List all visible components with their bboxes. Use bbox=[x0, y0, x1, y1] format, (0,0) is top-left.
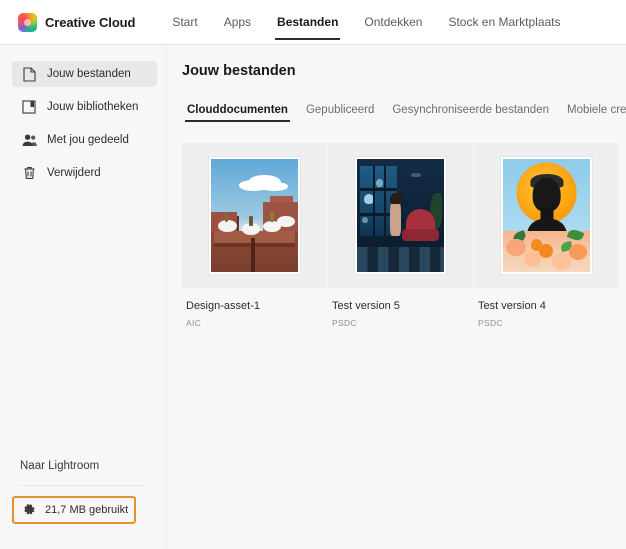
gear-icon bbox=[21, 502, 37, 518]
nav-item-bestanden[interactable]: Bestanden bbox=[264, 0, 351, 45]
desert-canyon-thumbnail bbox=[211, 159, 298, 272]
people-shared-icon bbox=[21, 132, 37, 148]
nav-item-ontdekken[interactable]: Ontdekken bbox=[351, 0, 435, 45]
sidebar-nav-list: Jouw bestanden Jouw bibliotheken Met jou… bbox=[0, 45, 166, 186]
trash-icon bbox=[21, 165, 37, 181]
file-name: Test version 4 bbox=[478, 300, 546, 312]
content-tabs: Clouddocumenten Gepubliceerd Gesynchroni… bbox=[178, 100, 626, 122]
brand-logo-group[interactable]: Creative Cloud bbox=[18, 12, 136, 32]
main-content: Jouw bestanden Clouddocumenten Gepublice… bbox=[168, 45, 626, 549]
file-name: Design-asset-1 bbox=[186, 300, 260, 312]
file-thumbnail[interactable] bbox=[182, 143, 327, 288]
naar-lightroom-link[interactable]: Naar Lightroom bbox=[20, 460, 167, 472]
file-icon bbox=[21, 66, 37, 82]
sun-portrait-flowers-thumbnail bbox=[503, 159, 590, 272]
storage-usage-button[interactable]: 21,7 MB gebruikt bbox=[12, 496, 136, 524]
sidebar-item-met-jou-gedeeld[interactable]: Met jou gedeeld bbox=[12, 127, 157, 153]
top-navigation-bar: Creative Cloud Start Apps Bestanden Ontd… bbox=[0, 0, 626, 45]
tab-clouddocumenten[interactable]: Clouddocumenten bbox=[178, 104, 297, 122]
file-grid: Design-asset-1 AIC Test version 5 PSDC T… bbox=[182, 143, 626, 328]
top-nav-items: Start Apps Bestanden Ontdekken Stock en … bbox=[159, 0, 573, 45]
creative-cloud-logo-icon bbox=[18, 12, 37, 32]
file-card[interactable]: Design-asset-1 AIC bbox=[182, 143, 327, 328]
sidebar-item-jouw-bestanden[interactable]: Jouw bestanden bbox=[12, 61, 157, 87]
sidebar-bottom-spacer bbox=[0, 524, 167, 549]
nav-item-apps[interactable]: Apps bbox=[211, 0, 264, 45]
sidebar: Jouw bestanden Jouw bibliotheken Met jou… bbox=[0, 45, 167, 549]
sidebar-item-label: Verwijderd bbox=[47, 167, 101, 179]
underwater-room-thumbnail bbox=[357, 159, 444, 272]
tab-gesynchroniseerde-bestanden[interactable]: Gesynchroniseerde bestanden bbox=[383, 104, 558, 122]
nav-item-stock-en-marktplaats[interactable]: Stock en Marktplaats bbox=[435, 0, 573, 45]
sidebar-divider bbox=[20, 485, 147, 486]
file-name: Test version 5 bbox=[332, 300, 400, 312]
sidebar-item-label: Met jou gedeeld bbox=[47, 134, 129, 146]
storage-usage-label: 21,7 MB gebruikt bbox=[45, 504, 129, 516]
sidebar-item-label: Jouw bibliotheken bbox=[47, 101, 139, 113]
thumbnail-frame bbox=[501, 157, 592, 274]
page-title: Jouw bestanden bbox=[182, 63, 296, 79]
file-type: PSDC bbox=[478, 318, 503, 328]
file-thumbnail[interactable] bbox=[474, 143, 619, 288]
file-type: PSDC bbox=[332, 318, 357, 328]
file-thumbnail[interactable] bbox=[328, 143, 473, 288]
file-card[interactable]: Test version 5 PSDC bbox=[328, 143, 473, 328]
sidebar-item-verwijderd[interactable]: Verwijderd bbox=[12, 160, 157, 186]
sidebar-item-label: Jouw bestanden bbox=[47, 68, 131, 80]
tab-gepubliceerd[interactable]: Gepubliceerd bbox=[297, 104, 383, 122]
file-type: AIC bbox=[186, 318, 202, 328]
tab-mobiele-creaties[interactable]: Mobiele creaties bbox=[558, 104, 626, 122]
sidebar-footer: Naar Lightroom 21,7 MB gebruikt bbox=[0, 460, 167, 549]
thumbnail-frame bbox=[355, 157, 446, 274]
brand-name: Creative Cloud bbox=[45, 14, 136, 30]
sidebar-item-jouw-bibliotheken[interactable]: Jouw bibliotheken bbox=[12, 94, 157, 120]
file-card[interactable]: Test version 4 PSDC bbox=[474, 143, 619, 328]
nav-item-start[interactable]: Start bbox=[159, 0, 210, 45]
thumbnail-frame bbox=[209, 157, 300, 274]
library-book-icon bbox=[21, 99, 37, 115]
